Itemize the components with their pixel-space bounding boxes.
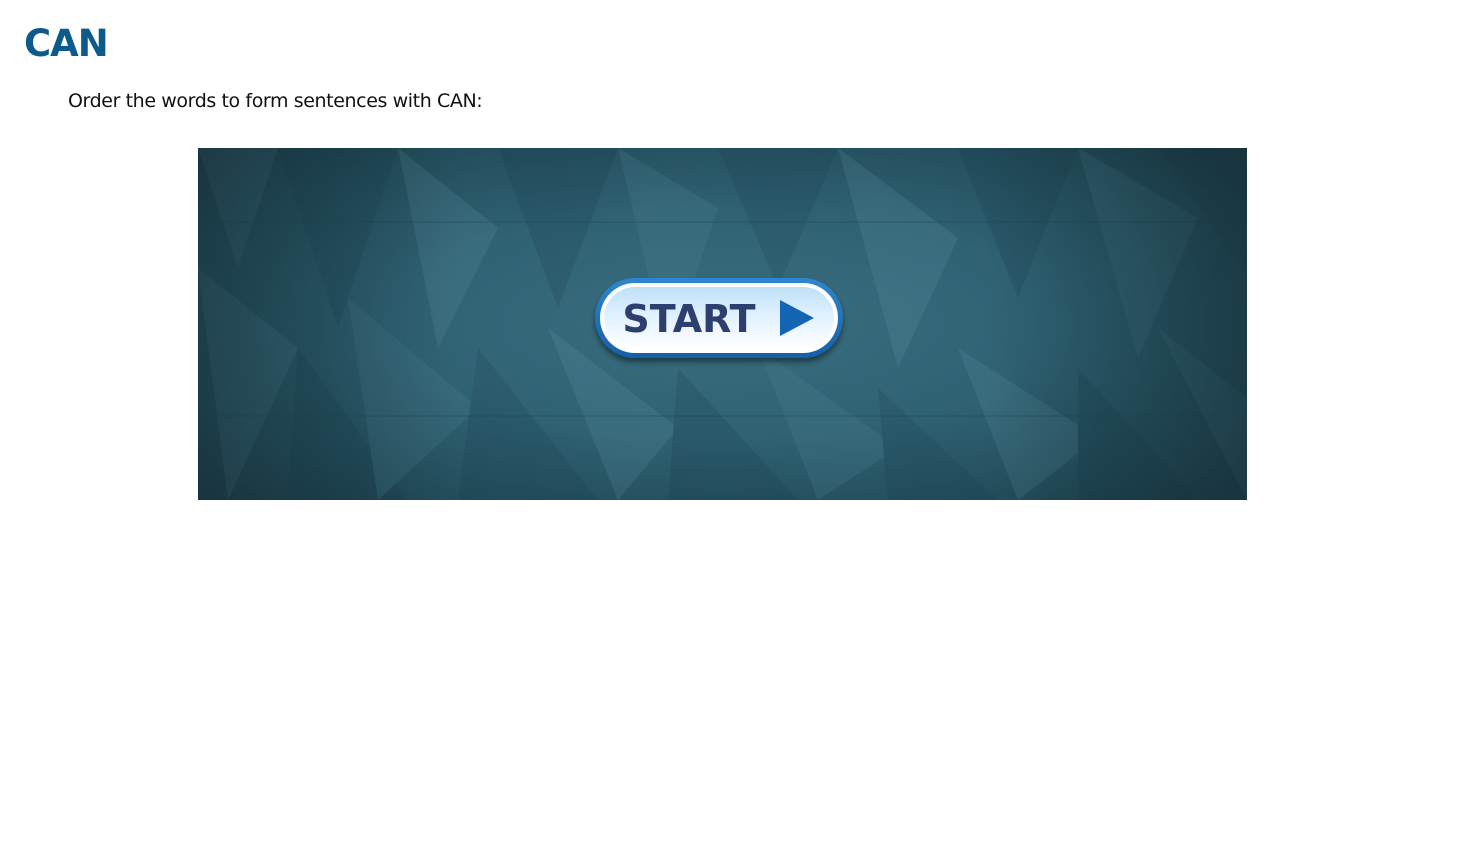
start-button-rim: START [600, 283, 838, 353]
instructions-text: Order the words to form sentences with C… [68, 90, 483, 112]
page-title: CAN [24, 22, 109, 65]
start-button[interactable]: START [595, 278, 843, 358]
play-triangle-icon [779, 300, 814, 336]
start-button-label: START [622, 297, 756, 341]
start-button-face: START [604, 287, 834, 349]
game-frame: START [198, 148, 1247, 500]
page: CAN Order the words to form sentences wi… [0, 0, 1460, 850]
